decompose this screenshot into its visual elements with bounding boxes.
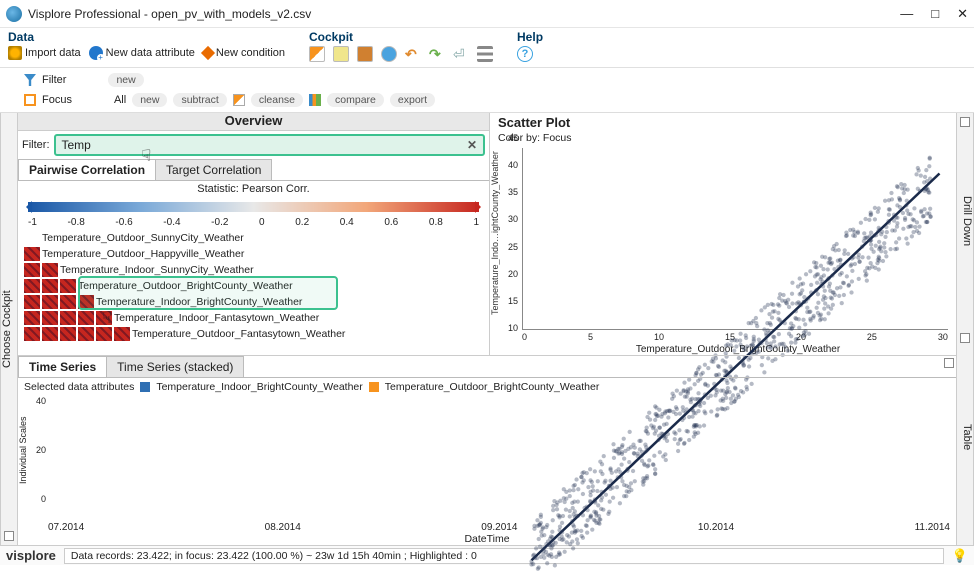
titlebar: Visplore Professional - open_pv_with_mod… <box>0 0 974 28</box>
circle-tool-icon[interactable] <box>381 46 397 62</box>
timeseries-yticks: 02040 <box>32 396 46 504</box>
minimize-button[interactable]: — <box>900 6 913 22</box>
timeseries-xticks: 07.201408.201409.201410.201411.2014 <box>18 522 956 533</box>
focus-export-pill[interactable]: export <box>390 93 435 107</box>
window-tool-icon[interactable] <box>333 46 349 62</box>
brand-label: visplore <box>6 548 56 563</box>
expand-icon[interactable] <box>960 117 970 127</box>
edit-tool-icon[interactable] <box>309 46 325 62</box>
color-legend <box>18 197 489 217</box>
swatch-blue-icon <box>140 382 150 392</box>
scatter-subtitle: Color by: Focus <box>492 132 954 146</box>
filter-label: Filter <box>42 74 66 86</box>
overview-filter-label: Filter: <box>22 139 50 151</box>
timeseries-panel: Time Series Time Series (stacked) Select… <box>18 355 956 545</box>
focus-cleanse-pill[interactable]: cleanse <box>251 93 303 107</box>
statistic-label: Statistic: Pearson Corr. <box>18 181 489 197</box>
brush-tool-icon[interactable] <box>357 46 373 62</box>
help-icon[interactable]: ? <box>517 46 533 62</box>
scatter-title: Scatter Plot <box>492 113 954 132</box>
menu-cockpit-header: Cockpit <box>309 30 493 44</box>
barchart-icon <box>309 94 321 106</box>
redo-icon[interactable]: ↷ <box>429 46 445 62</box>
focus-label: Focus <box>42 94 72 106</box>
close-button[interactable]: ✕ <box>957 6 968 22</box>
menu-help-header: Help <box>517 30 543 44</box>
focus-all[interactable]: All <box>114 94 126 106</box>
condition-icon <box>201 46 215 60</box>
maximize-button[interactable]: □ <box>931 6 939 22</box>
import-data-button[interactable]: Import data <box>8 46 81 60</box>
timeseries-legend: Selected data attributes Temperature_Ind… <box>18 378 956 396</box>
lightbulb-icon[interactable]: 💡 <box>952 548 968 564</box>
database-icon <box>8 46 22 60</box>
clear-filter-icon[interactable]: ✕ <box>467 138 477 152</box>
undo-icon[interactable]: ↶ <box>405 46 421 62</box>
filter-block: Filter new Focus All new subtract cleans… <box>0 68 974 113</box>
tab-time-series-stacked[interactable]: Time Series (stacked) <box>106 356 244 377</box>
new-condition-button[interactable]: New condition <box>203 47 285 59</box>
filter-new-pill[interactable]: new <box>108 73 143 87</box>
selection-highlight <box>78 276 338 310</box>
scatter-plot[interactable] <box>522 148 948 330</box>
tab-target-correlation[interactable]: Target Correlation <box>155 159 272 180</box>
cursor-hand-icon: ☟ <box>142 146 152 166</box>
scatter-yticks: 1015202530354045 <box>504 133 518 333</box>
timeseries-xlabel: DateTime <box>18 533 956 545</box>
focus-compare-pill[interactable]: compare <box>327 93 384 107</box>
overview-filter-input[interactable]: Temp ✕ ☟ <box>54 134 486 156</box>
expand-icon[interactable] <box>4 531 14 541</box>
focus-box-icon <box>24 94 36 106</box>
menu-data-header: Data <box>8 30 285 44</box>
window-title: Visplore Professional - open_pv_with_mod… <box>28 7 311 21</box>
overview-header: Overview <box>18 113 489 131</box>
overview-panel: Overview Filter: Temp ✕ ☟ Pairwise Corre… <box>18 113 490 355</box>
focus-subtract-pill[interactable]: subtract <box>173 93 226 107</box>
new-attribute-button[interactable]: New data attribute <box>89 46 195 60</box>
correlation-matrix[interactable]: Temperature_Outdoor_SunnyCity_Weather Te… <box>18 228 489 344</box>
choose-cockpit-tab[interactable]: Choose Cockpit <box>0 113 18 545</box>
back-icon[interactable]: ⏎ <box>453 46 469 62</box>
menu-bar: Data Import data New data attribute New … <box>0 28 974 68</box>
focus-new-pill[interactable]: new <box>132 93 167 107</box>
expand-icon[interactable] <box>960 333 970 343</box>
timeseries-ylabel: Individual Scales <box>18 396 32 504</box>
app-logo-icon <box>6 6 22 22</box>
swatch-orange-icon <box>369 382 379 392</box>
tab-time-series[interactable]: Time Series <box>18 356 107 377</box>
expand-icon[interactable] <box>944 358 954 368</box>
cursor-hand-icon: ☟ <box>102 308 112 328</box>
funnel-icon <box>24 74 36 86</box>
scatter-panel: Scatter Plot Color by: Focus Temperature… <box>490 113 956 355</box>
pencil-icon <box>233 94 245 106</box>
table-tab[interactable]: Table <box>956 329 974 545</box>
attribute-icon <box>89 46 103 60</box>
tab-pairwise-correlation[interactable]: Pairwise Correlation <box>18 159 156 180</box>
main-area: Choose Cockpit Overview Filter: Temp ✕ ☟… <box>0 113 974 545</box>
list-tool-icon[interactable] <box>477 46 493 62</box>
legend-ticks: -1-0.8-0.6-0.4-0.200.20.40.60.81 <box>18 217 489 228</box>
drill-down-tab[interactable]: Drill Down <box>956 113 974 329</box>
